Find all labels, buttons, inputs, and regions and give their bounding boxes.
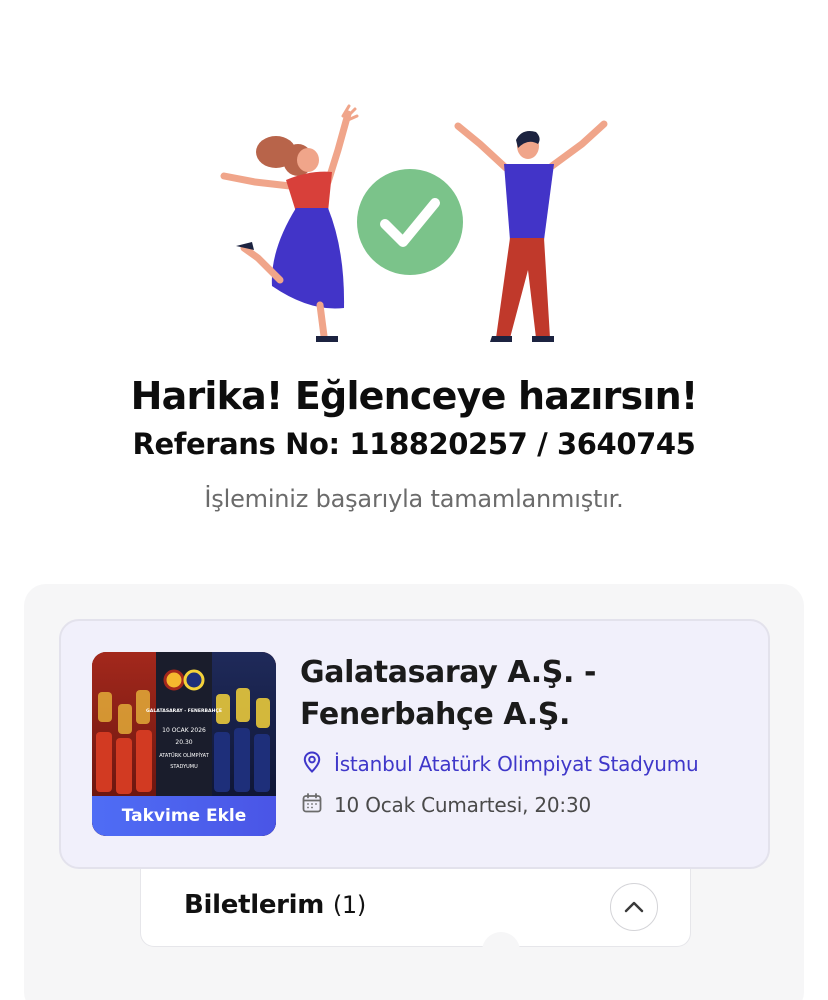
event-datetime: 10 Ocak Cumartesi, 20:30 xyxy=(334,793,592,817)
event-poster: GALATASARAY - FENERBAHÇE 10 OCAK 2026 20… xyxy=(92,652,276,836)
reference-number: Referans No: 118820257 / 3640745 xyxy=(132,427,696,461)
calendar-icon xyxy=(300,791,324,819)
collapse-tickets-button[interactable] xyxy=(610,883,658,931)
poster-matchup-text: GALATASARAY - FENERBAHÇE xyxy=(146,708,222,714)
tickets-count: (1) xyxy=(332,891,366,919)
poster-date-text: 10 OCAK 2026 xyxy=(162,727,206,734)
tickets-label: Biletlerim xyxy=(184,890,325,920)
check-circle-icon xyxy=(357,169,463,275)
success-headline: Harika! Eğlenceye hazırsın! xyxy=(130,374,699,418)
event-venue[interactable]: İstanbul Atatürk Olimpiyat Stadyumu xyxy=(334,752,699,776)
event-title: Galatasaray A.Ş. - Fenerbahçe A.Ş. xyxy=(300,652,720,736)
event-title-line1: Galatasaray A.Ş. - xyxy=(300,655,597,690)
cheering-man-illustration xyxy=(454,120,608,342)
event-title-line2: Fenerbahçe A.Ş. xyxy=(300,697,570,732)
add-to-calendar-button[interactable]: Takvime Ekle xyxy=(92,796,276,836)
chevron-up-icon xyxy=(624,901,644,913)
ticket-notch xyxy=(482,932,520,970)
poster-stadium-line2: STADYUMU xyxy=(170,764,198,770)
tickets-header[interactable]: Biletlerim (1) xyxy=(184,890,366,920)
event-venue-row[interactable]: İstanbul Atatürk Olimpiyat Stadyumu xyxy=(300,749,699,779)
location-pin-icon xyxy=(300,750,324,778)
success-message: İşleminiz başarıyla tamamlanmıştır. xyxy=(204,485,624,513)
success-illustration xyxy=(210,100,620,350)
poster-stadium-line1: ATATÜRK OLİMPİYAT xyxy=(159,752,209,759)
event-date-row: 10 Ocak Cumartesi, 20:30 xyxy=(300,790,591,820)
poster-time-text: 20.30 xyxy=(175,739,192,746)
dancing-woman-illustration xyxy=(220,104,359,342)
